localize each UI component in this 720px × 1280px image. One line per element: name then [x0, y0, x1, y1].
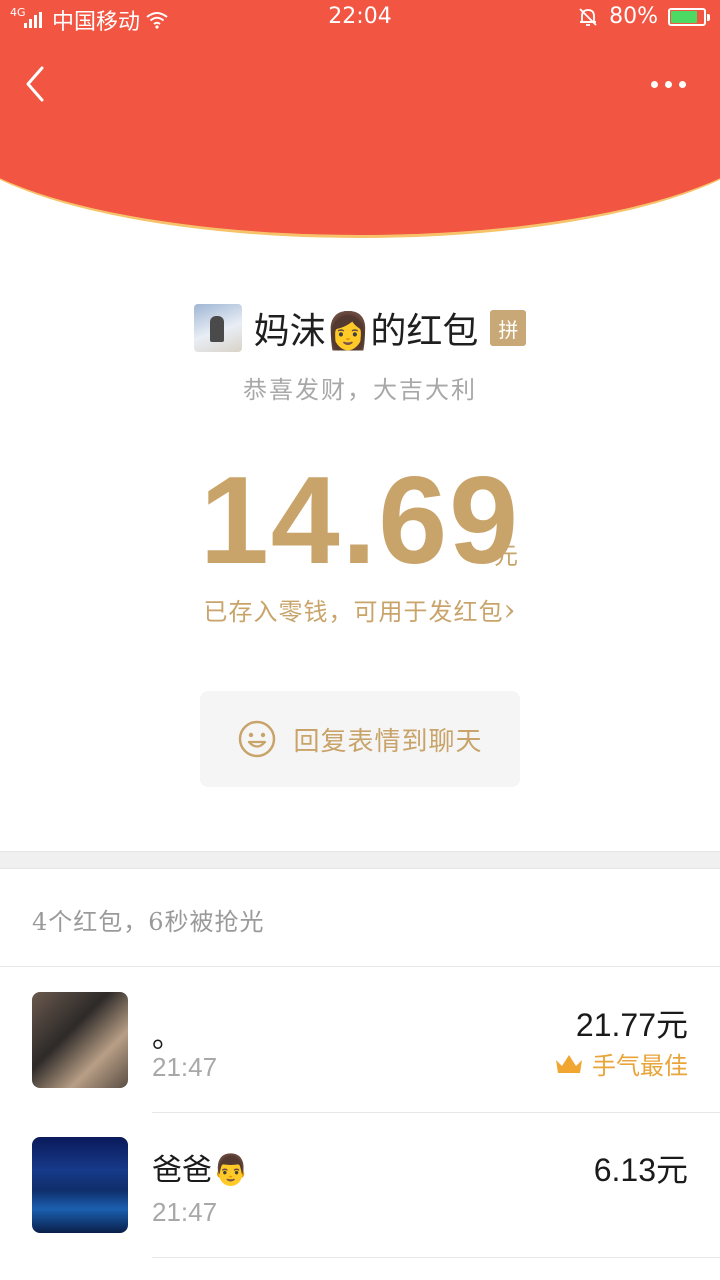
- recipient-amount: 21.77元: [575, 1007, 688, 1043]
- list-item[interactable]: 爸爸👨 21:47 6.13元: [0, 1113, 720, 1258]
- saved-text: 已存入零钱，可用于发红包: [203, 598, 504, 626]
- dot: [650, 80, 658, 88]
- sender-avatar[interactable]: [193, 304, 242, 352]
- saved-to-change-link[interactable]: 已存入零钱，可用于发红包›: [0, 592, 720, 628]
- divider: [0, 966, 720, 967]
- battery-percent: 80%: [609, 4, 658, 29]
- amount-unit: 元: [494, 542, 518, 570]
- reply-emoji-button[interactable]: 回复表情到聊天: [200, 691, 520, 787]
- recipient-time: 21:47: [152, 1052, 218, 1082]
- more-dots-icon[interactable]: [646, 72, 690, 96]
- recipient-name: 爸爸👨: [152, 1153, 250, 1188]
- divider: [152, 1257, 720, 1258]
- recipient-amount: 6.13元: [593, 1152, 688, 1188]
- dot: [664, 80, 672, 88]
- crown-icon: [556, 1054, 582, 1073]
- blessing-text: 恭喜发财，大吉大利: [243, 376, 477, 404]
- best-luck-badge: 手气最佳: [554, 1046, 688, 1081]
- group-packet-badge: 拼: [490, 310, 527, 346]
- best-luck-label: 手气最佳: [592, 1052, 688, 1080]
- recipient-name: 。: [152, 1020, 182, 1055]
- smile-icon: [239, 720, 276, 758]
- silent-bell-icon: [579, 7, 597, 26]
- battery-cap: [707, 13, 710, 21]
- avatar[interactable]: [32, 1137, 128, 1233]
- amount-row: 14.69 元: [0, 450, 720, 592]
- chevron-left-icon[interactable]: [18, 62, 58, 106]
- section-divider: [0, 851, 720, 869]
- avatar[interactable]: [32, 992, 128, 1088]
- sender-row: 妈沫👩的红包 拼: [0, 302, 720, 354]
- battery-fill: [671, 10, 697, 23]
- reply-label: 回复表情到聊天: [293, 726, 483, 757]
- status-right: 80%: [577, 4, 710, 29]
- chevron-right-icon: ›: [503, 593, 517, 628]
- red-header: [0, 0, 720, 240]
- sender-name: 妈沫👩的红包: [253, 311, 479, 352]
- recipient-time: 21:47: [152, 1197, 218, 1227]
- status-bar: 4G 中国移动 22:04 80%: [0, 0, 720, 36]
- packet-amount: 14.69: [199, 452, 521, 590]
- packet-summary: 4个红包，6秒被抢光: [32, 908, 265, 936]
- battery-icon: [668, 7, 710, 26]
- list-item[interactable]: 。 21:47 21.77元 手气最佳: [0, 968, 720, 1113]
- dot: [678, 80, 686, 88]
